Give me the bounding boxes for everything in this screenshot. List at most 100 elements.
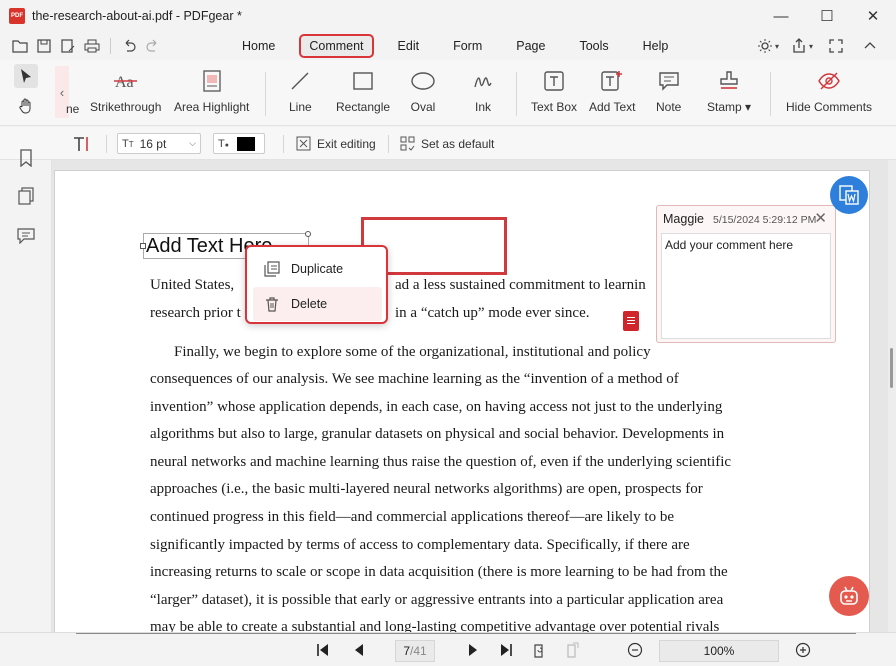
next-page-icon[interactable] [464,641,482,659]
rectangle-tool[interactable]: Rectangle [336,66,390,114]
add-text-tool[interactable]: Add Text [589,66,635,114]
duplicate-icon [261,261,283,277]
hide-comments-tool[interactable]: Hide Comments [786,66,872,114]
maximize-button[interactable]: ☐ [804,0,850,32]
text-box-tool[interactable]: Text Box [531,66,577,114]
zoom-level-field[interactable]: 100% [659,640,779,662]
area-highlight-icon [201,66,223,96]
svg-text:Aa: Aa [115,74,134,91]
share-icon[interactable]: ▾ [788,36,816,56]
ink-icon [472,66,494,96]
note-icon [658,66,680,96]
ink-tool[interactable]: Ink [472,66,494,114]
font-size-dropdown[interactable]: TT 16 pt ⌵ [117,133,201,154]
thumbnails-icon[interactable] [16,186,36,206]
context-menu: Duplicate Delete [245,245,388,324]
open-folder-icon[interactable] [8,36,32,56]
save-as-icon[interactable] [56,36,80,56]
minimize-button[interactable]: — [758,0,804,32]
left-sidebar [0,149,52,666]
paragraph-line: may be able to create a substantial and … [150,619,720,632]
select-tool-icon[interactable] [14,64,38,88]
set-default-icon [400,136,415,151]
zoom-out-icon[interactable] [626,641,644,659]
paragraph-line: in a “catch up” mode ever since. [395,305,590,321]
robot-icon [840,586,858,605]
menu-page[interactable]: Page [506,34,555,58]
vertical-scrollbar[interactable] [888,160,896,632]
status-bar: 7 /41 100% [0,632,896,666]
menu-edit[interactable]: Edit [388,34,430,58]
resize-handle[interactable] [305,231,311,237]
last-page-icon[interactable] [497,641,515,659]
oval-icon [410,66,436,96]
convert-to-word-button[interactable] [830,176,868,214]
oval-tool[interactable]: Oval [410,66,436,114]
menu-comment[interactable]: Comment [299,34,374,58]
paragraph-line: ad a less sustained commitment to learni… [395,277,646,293]
bookmark-icon[interactable] [16,148,36,168]
zoom-in-icon[interactable] [794,641,812,659]
exit-editing-icon [296,136,311,151]
text-tool-icon[interactable] [72,133,92,154]
property-bar: TT 16 pt ⌵ T● Exit editing Set as defaul… [0,127,896,160]
close-window-button[interactable]: ✕ [850,0,896,32]
save-icon[interactable] [32,36,56,56]
font-size-icon: TT [122,137,134,150]
pdfgear-logo-icon: PDF [9,8,25,24]
comment-ribbon: ‹ ne Aa Strikethrough Area Highlight Lin… [0,60,896,126]
paragraph-line: neural networks and machine learning thu… [150,454,732,470]
collapse-ribbon-icon[interactable] [856,36,884,56]
menu-home[interactable]: Home [232,34,285,58]
comment-author: Maggie [663,212,704,226]
strikethrough-tool[interactable]: Aa Strikethrough [90,66,161,114]
resize-handle[interactable] [140,243,146,249]
paragraph-line: “larger” dataset), it is possible that e… [150,592,724,608]
pdf-page[interactable]: Add Text Here United States, ad a less s… [54,170,870,632]
rotate-page-icon[interactable] [530,641,548,659]
first-page-icon[interactable] [314,641,332,659]
duplicate-menu-item[interactable]: Duplicate [253,252,382,286]
close-icon[interactable]: ✕ [814,209,827,227]
hand-tool-icon[interactable] [14,94,38,118]
line-icon [289,66,311,96]
stamp-tool[interactable]: Stamp ▾ [707,66,751,114]
color-swatch [236,136,255,151]
add-text-icon [600,66,624,96]
area-highlight-tool[interactable]: Area Highlight [174,66,249,114]
paragraph-line: research prior t [150,305,241,321]
paragraph-line: continued progress in this field—and com… [150,509,675,525]
set-as-default-button[interactable]: Set as default [400,133,494,154]
theme-sun-icon[interactable]: ▾ [754,36,782,56]
menu-form[interactable]: Form [443,34,492,58]
document-viewport[interactable]: Add Text Here United States, ad a less s… [52,160,896,632]
stamp-icon [718,66,740,96]
text-color-icon: T● [218,137,229,150]
delete-menu-item[interactable]: Delete [253,287,382,321]
print-icon[interactable] [80,36,104,56]
exit-editing-button[interactable]: Exit editing [296,133,376,154]
menu-tools[interactable]: Tools [569,34,618,58]
note-tool[interactable]: Note [656,66,681,114]
ai-assistant-button[interactable] [829,576,869,616]
redo-icon[interactable] [141,36,165,56]
text-color-picker[interactable]: T● [213,133,265,154]
paragraph-line: United States, [150,277,235,293]
page-view-icon[interactable] [563,641,581,659]
fullscreen-icon[interactable] [822,36,850,56]
paragraph-line: consequences of our analysis. We see mac… [150,371,679,387]
rectangle-icon [351,66,375,96]
previous-page-icon[interactable] [350,641,368,659]
text-box-icon [543,66,565,96]
comment-input[interactable]: Add your comment here [661,233,831,339]
paragraph-line: Finally, we begin to explore some of the… [174,344,651,360]
paragraph-line: invention” whose application depends, in… [150,399,723,415]
page-number-field[interactable]: 7 /41 [395,640,435,662]
comments-panel-icon[interactable] [16,226,36,246]
undo-icon[interactable] [117,36,141,56]
menu-help[interactable]: Help [633,34,679,58]
note-marker-icon[interactable] [623,311,639,331]
comment-date: 5/15/2024 5:29:12 PM [713,214,817,226]
line-tool[interactable]: Line [289,66,312,114]
paragraph-line: significantly impacted by terms of acces… [150,537,690,553]
